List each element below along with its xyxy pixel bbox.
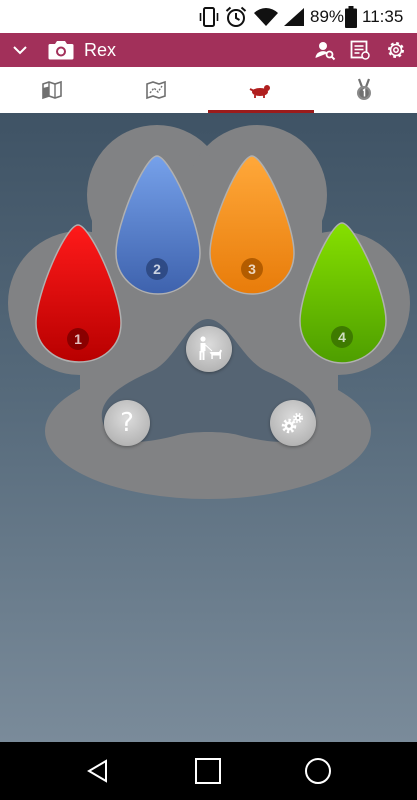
battery-percent: 89% (310, 6, 345, 26)
pet-name-title: Rex (84, 39, 117, 60)
recents-button[interactable] (283, 742, 353, 800)
back-triangle-icon (87, 759, 107, 783)
phone-vibrate-icon (198, 0, 220, 33)
camera-icon[interactable] (47, 33, 75, 67)
dog-tracker-icon (249, 85, 270, 98)
toe-2-label: 2 (153, 261, 161, 277)
home-button[interactable] (173, 742, 243, 800)
toe-4-label: 4 (338, 329, 346, 345)
wifi-icon (253, 0, 279, 33)
settings-gears-icon (281, 412, 304, 434)
medal-icon (357, 78, 371, 100)
status-bar: 89% 11:35 (0, 0, 417, 33)
walk-dog-icon (199, 336, 222, 360)
tab-bar (0, 67, 417, 114)
app-bar: Rex (0, 33, 417, 67)
signal-icon (282, 0, 306, 33)
walk-dog-button[interactable] (186, 326, 232, 372)
help-icon: ? (120, 408, 134, 438)
tab-map[interactable] (0, 67, 104, 113)
route-map-icon (146, 80, 166, 100)
recents-circle-icon (305, 758, 331, 784)
user-search-icon[interactable] (314, 33, 336, 67)
clock-time: 11:35 (362, 6, 404, 26)
report-icon[interactable] (349, 33, 371, 67)
dropdown-chevron-icon[interactable] (10, 33, 30, 67)
help-button[interactable]: ? (104, 400, 150, 446)
settings-gears-button[interactable] (270, 400, 316, 446)
toe-3-label: 3 (248, 261, 256, 277)
alarm-clock-icon (224, 0, 248, 33)
home-square-icon (195, 758, 221, 784)
tab-tracker[interactable] (208, 67, 312, 113)
system-nav-bar (0, 742, 417, 800)
map-icon (42, 80, 62, 100)
tab-achievements[interactable] (312, 67, 416, 113)
battery-icon (344, 0, 358, 33)
tab-routes[interactable] (104, 67, 208, 113)
back-button[interactable] (63, 742, 133, 800)
paw-graphic: 1 2 3 4 (8, 125, 410, 499)
settings-gear-icon[interactable] (385, 33, 407, 67)
toe-1-label: 1 (74, 331, 82, 347)
main-content: 1 2 3 4 ? (0, 113, 417, 742)
